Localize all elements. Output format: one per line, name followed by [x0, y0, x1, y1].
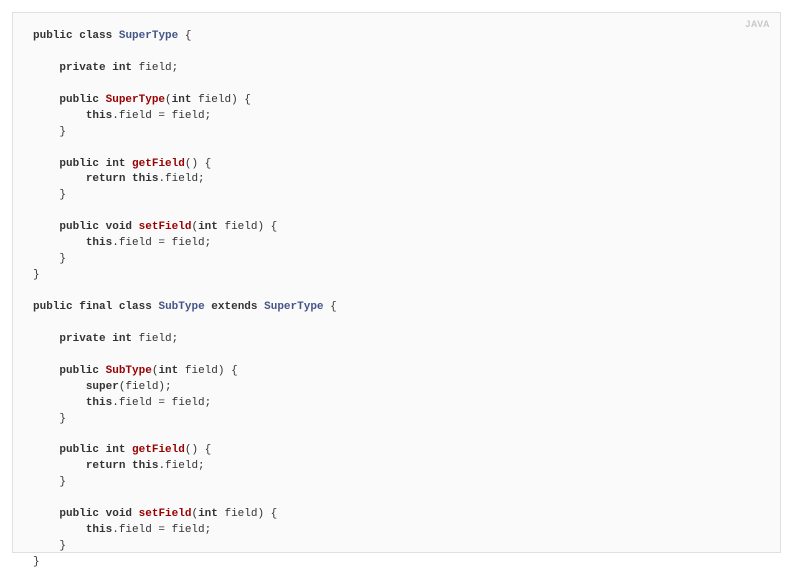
code-block: JAVA public class SuperType { private in… — [12, 12, 781, 553]
code-content: public class SuperType { private int fie… — [33, 29, 760, 571]
language-badge: JAVA — [745, 19, 770, 29]
